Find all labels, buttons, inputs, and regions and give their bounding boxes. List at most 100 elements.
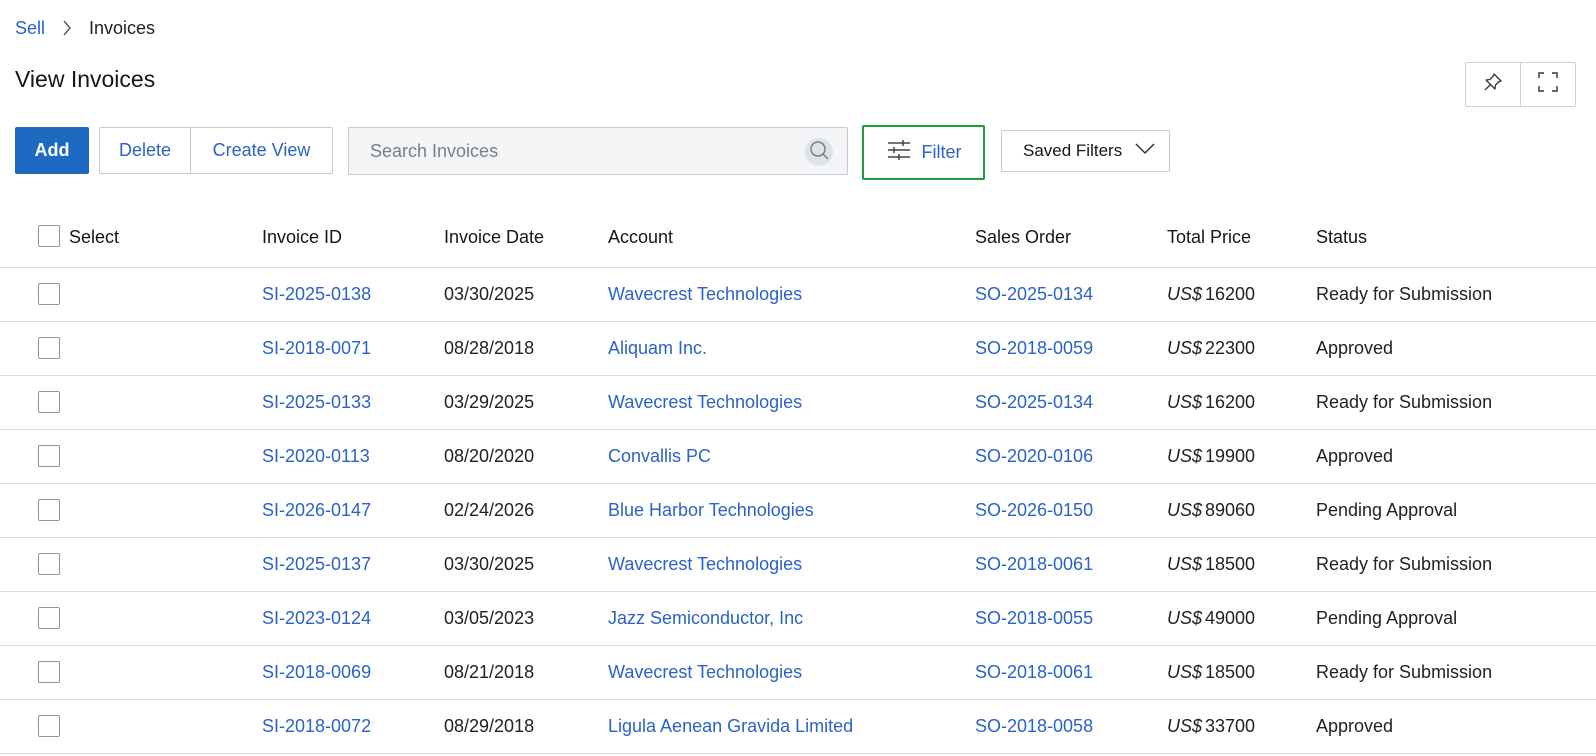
row-checkbox[interactable]: [38, 715, 60, 737]
table-row: SI-2018-0069 08/21/2018 Wavecrest Technolo…: [0, 646, 1596, 700]
status-text: Approved: [1316, 716, 1394, 736]
select-all-checkbox[interactable]: [38, 225, 60, 247]
search-input[interactable]: [349, 140, 779, 162]
invoice-date: 03/05/2023: [444, 608, 535, 628]
breadcrumb-link-sell[interactable]: Sell: [15, 18, 45, 39]
total-price: US$ 89060: [1167, 500, 1255, 521]
price-amount: 33700: [1205, 716, 1256, 736]
sales-order-link[interactable]: SO-2018-0061: [975, 554, 1093, 575]
row-checkbox[interactable]: [38, 391, 60, 413]
sales-order-link[interactable]: SO-2025-0134: [975, 284, 1093, 305]
row-checkbox[interactable]: [38, 499, 60, 521]
account-link[interactable]: Wavecrest Technologies: [608, 554, 802, 575]
invoice-date: 02/24/2026: [444, 500, 535, 520]
invoice-date: 08/28/2018: [444, 338, 535, 358]
currency-symbol: US$: [1167, 608, 1203, 628]
column-header-account[interactable]: Account: [608, 227, 673, 248]
column-header-invoice-date[interactable]: Invoice Date: [444, 227, 544, 248]
sales-order-link[interactable]: SO-2025-0134: [975, 392, 1093, 413]
account-link[interactable]: Aliquam Inc.: [608, 338, 707, 359]
breadcrumb: Sell Invoices: [15, 16, 155, 40]
filter-label: Filter: [921, 142, 962, 162]
row-checkbox[interactable]: [38, 337, 60, 359]
fullscreen-button[interactable]: [1520, 63, 1575, 106]
invoice-id-link[interactable]: SI-2023-0124: [262, 608, 371, 629]
sales-order-link[interactable]: SO-2020-0106: [975, 446, 1093, 467]
row-checkbox[interactable]: [38, 445, 60, 467]
pin-icon: [1482, 71, 1504, 98]
column-header-sales-order[interactable]: Sales Order: [975, 227, 1071, 248]
table-row: SI-2020-0113 08/20/2020 Convallis PC SO-202…: [0, 430, 1596, 484]
price-amount: 19900: [1205, 446, 1256, 466]
account-link[interactable]: Wavecrest Technologies: [608, 662, 802, 683]
price-amount: 18500: [1205, 554, 1256, 574]
account-link[interactable]: Convallis PC: [608, 446, 711, 467]
account-link[interactable]: Ligula Aenean Gravida Limited: [608, 716, 853, 737]
filter-button[interactable]: Filter: [862, 125, 985, 180]
table-row: SI-2018-0072 08/29/2018 Ligula Aenean Grav…: [0, 700, 1596, 754]
sales-order-link[interactable]: SO-2018-0058: [975, 716, 1093, 737]
page-actions: [1465, 62, 1576, 107]
status-text: Ready for Submission: [1316, 554, 1493, 574]
column-header-invoice-id[interactable]: Invoice ID: [262, 227, 342, 248]
price-amount: 16200: [1205, 284, 1256, 304]
account-link[interactable]: Blue Harbor Technologies: [608, 500, 814, 521]
breadcrumb-current: Invoices: [89, 17, 156, 38]
pin-button[interactable]: [1466, 63, 1520, 106]
invoice-id-link[interactable]: SI-2020-0113: [262, 446, 370, 467]
invoice-date: 03/30/2025: [444, 284, 535, 304]
total-price: US$ 16200: [1167, 392, 1255, 413]
currency-symbol: US$: [1167, 284, 1203, 304]
invoice-id-link[interactable]: SI-2018-0069: [262, 662, 371, 683]
total-price: US$ 16200: [1167, 284, 1255, 305]
chevron-right-icon: [45, 19, 89, 37]
create-view-button[interactable]: Create View: [191, 128, 332, 173]
invoice-date: 08/21/2018: [444, 662, 535, 682]
table-row: SI-2025-0137 03/30/2025 Wavecrest Technolo…: [0, 538, 1596, 592]
invoice-id-link[interactable]: SI-2018-0072: [262, 716, 371, 737]
column-header-total-price[interactable]: Total Price: [1167, 227, 1251, 248]
currency-symbol: US$: [1167, 554, 1203, 574]
row-checkbox[interactable]: [38, 283, 60, 305]
account-link[interactable]: Wavecrest Technologies: [608, 392, 802, 413]
currency-symbol: US$: [1167, 392, 1203, 412]
row-checkbox[interactable]: [38, 553, 60, 575]
invoice-id-link[interactable]: SI-2025-0138: [262, 284, 371, 305]
sales-order-link[interactable]: SO-2026-0150: [975, 500, 1093, 521]
currency-symbol: US$: [1167, 662, 1203, 682]
price-amount: 18500: [1205, 662, 1256, 682]
invoice-date: 08/20/2020: [444, 446, 535, 466]
account-link[interactable]: Wavecrest Technologies: [608, 284, 802, 305]
invoice-id-link[interactable]: SI-2025-0133: [262, 392, 371, 413]
account-link[interactable]: Jazz Semiconductor, Inc: [608, 608, 803, 629]
add-button[interactable]: Add: [15, 127, 89, 174]
table-body: SI-2025-0138 03/30/2025 Wavecrest Technolo…: [0, 268, 1596, 754]
sales-order-link[interactable]: SO-2018-0061: [975, 662, 1093, 683]
status-text: Pending Approval: [1316, 500, 1458, 520]
invoice-id-link[interactable]: SI-2018-0071: [262, 338, 371, 359]
status-text: Approved: [1316, 446, 1394, 466]
currency-symbol: US$: [1167, 338, 1203, 358]
price-amount: 16200: [1205, 392, 1256, 412]
sales-order-link[interactable]: SO-2018-0055: [975, 608, 1093, 629]
row-checkbox[interactable]: [38, 661, 60, 683]
invoices-table: Select Invoice ID Invoice Date Account S…: [0, 208, 1596, 754]
delete-button[interactable]: Delete: [100, 128, 191, 173]
price-amount: 22300: [1205, 338, 1256, 358]
invoice-id-link[interactable]: SI-2026-0147: [262, 500, 371, 521]
sales-order-link[interactable]: SO-2018-0059: [975, 338, 1093, 359]
invoice-id-link[interactable]: SI-2025-0137: [262, 554, 371, 575]
search-box: [348, 127, 848, 175]
status-text: Pending Approval: [1316, 608, 1458, 628]
saved-filters-dropdown[interactable]: Saved Filters: [1001, 130, 1170, 172]
table-row: SI-2025-0138 03/30/2025 Wavecrest Technolo…: [0, 268, 1596, 322]
table-row: SI-2025-0133 03/29/2025 Wavecrest Technolo…: [0, 376, 1596, 430]
currency-symbol: US$: [1167, 446, 1203, 466]
status-text: Ready for Submission: [1316, 662, 1493, 682]
column-header-status[interactable]: Status: [1316, 227, 1367, 248]
total-price: US$ 49000: [1167, 608, 1255, 629]
total-price: US$ 19900: [1167, 446, 1255, 467]
search-button[interactable]: [805, 138, 833, 166]
row-checkbox[interactable]: [38, 607, 60, 629]
sliders-icon: [886, 138, 912, 167]
